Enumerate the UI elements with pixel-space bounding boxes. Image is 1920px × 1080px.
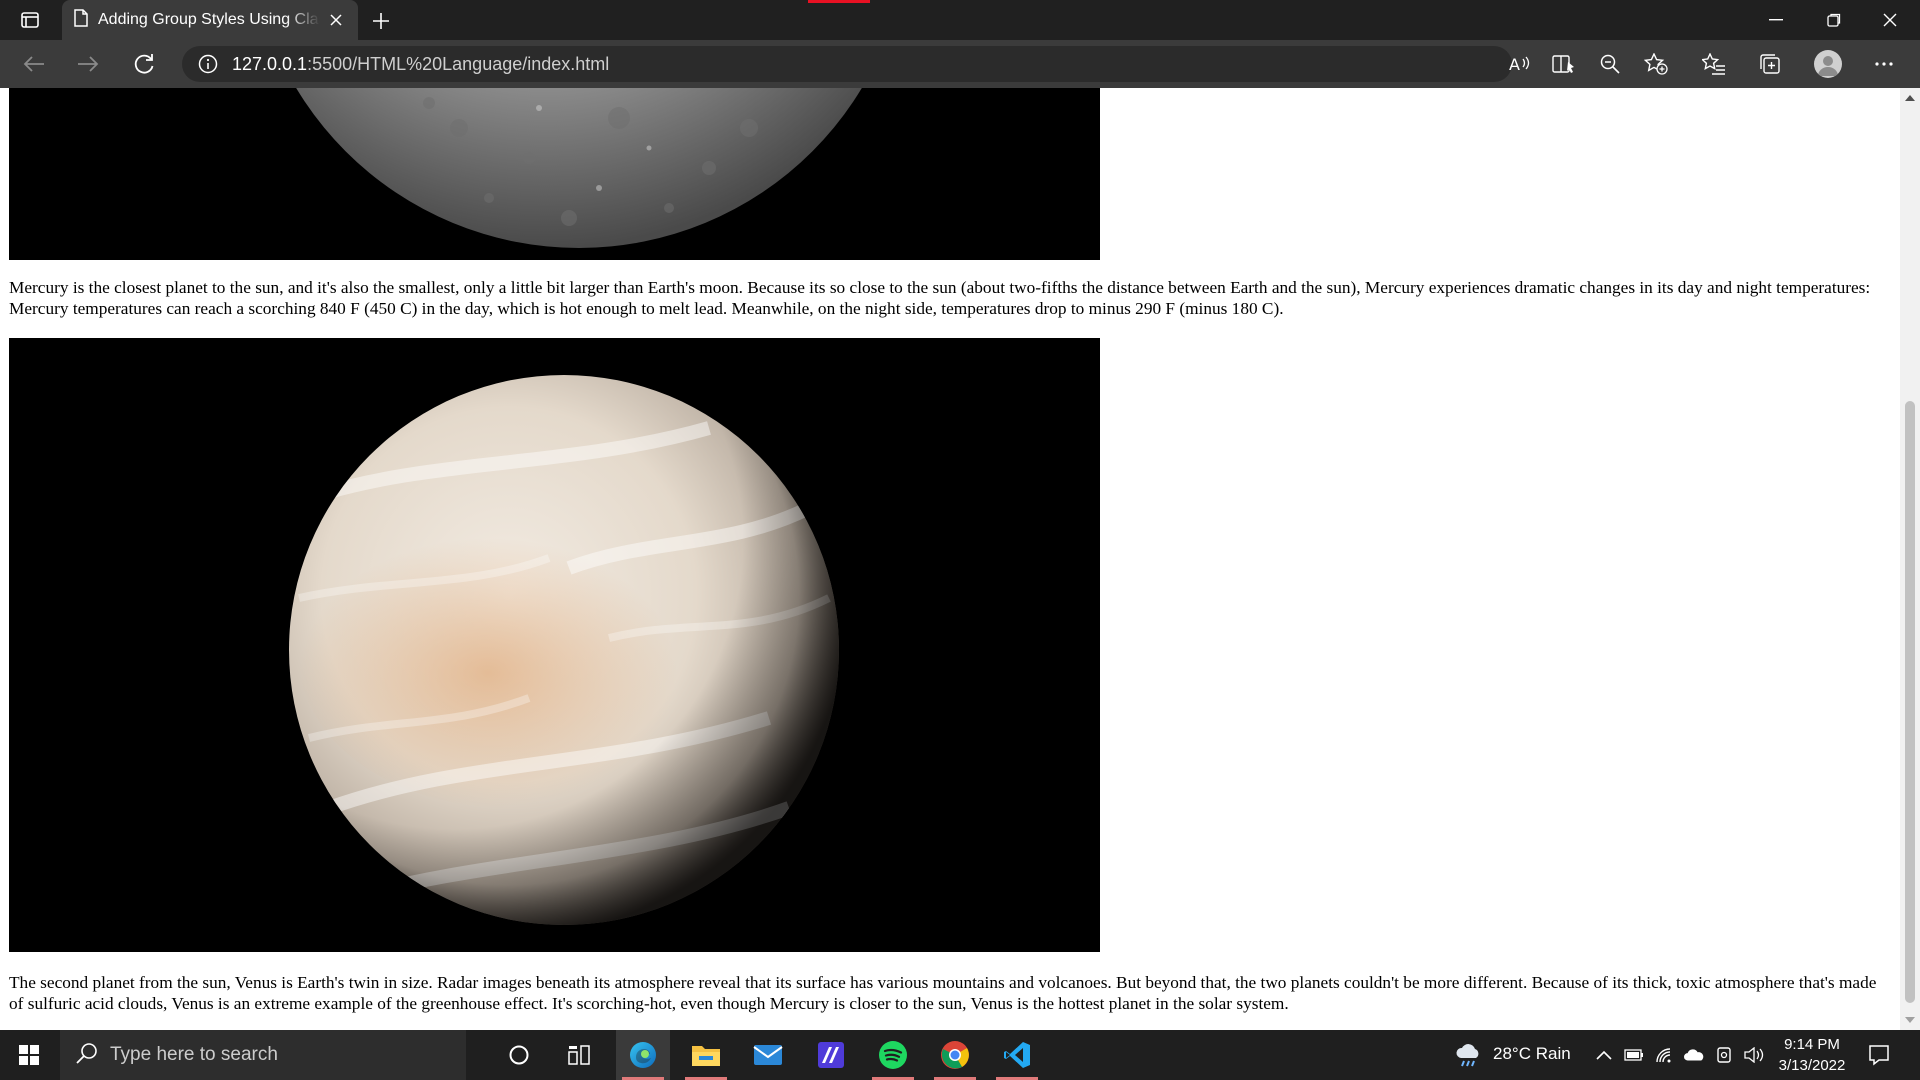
read-aloud-icon[interactable]: A [1504,48,1536,80]
site-info-icon[interactable] [190,54,226,74]
url-host: 127.0.0.1 [232,53,308,74]
forward-arrow-icon[interactable] [72,48,104,80]
battery-icon[interactable] [1624,1045,1644,1065]
tab-title: Adding Group Styles Using Class [98,11,320,28]
notification-center-icon[interactable] [1866,1042,1892,1068]
page-scrollbar[interactable] [1900,88,1920,1030]
chrome-icon[interactable] [928,1030,982,1080]
clock-date: 3/13/2022 [1778,1057,1846,1074]
immersive-reader-icon[interactable] [1548,48,1580,80]
zoom-out-icon[interactable] [1594,48,1626,80]
new-tab-icon[interactable] [368,8,394,34]
window-accent-strip [808,0,870,3]
page-viewport: Mercury is the closest planet to the sun… [0,88,1900,1030]
browser-toolbar: 127.0.0.1:5500/HTML%20Language/index.htm… [0,40,1920,88]
venus-description: The second planet from the sun, Venus is… [9,973,1877,1013]
onedrive-icon[interactable] [1684,1045,1704,1065]
windows-start-icon[interactable] [0,1030,58,1080]
tab-close-icon[interactable] [326,10,346,30]
refresh-icon[interactable] [128,48,160,80]
mercury-description: Mercury is the closest planet to the sun… [9,278,1871,318]
scroll-down-icon[interactable] [1904,1014,1916,1026]
edge-browser-icon[interactable] [616,1030,670,1080]
favorites-icon[interactable] [1698,48,1730,80]
task-view-icon[interactable] [552,1030,606,1080]
browser-title-bar: Adding Group Styles Using Class [0,0,1920,40]
address-bar[interactable]: 127.0.0.1:5500/HTML%20Language/index.htm… [182,46,1512,82]
search-icon [76,1042,98,1069]
taskbar-clock[interactable]: 9:14 PM 3/13/2022 [1764,1034,1860,1076]
close-window-icon[interactable] [1862,0,1918,40]
collections-icon[interactable] [1754,48,1786,80]
mercury-image [9,88,1100,260]
cortana-icon[interactable] [492,1030,546,1080]
windows-taskbar: Type here to search 28°C Rain 9:14 PM 3/… [0,1030,1920,1080]
active-tab[interactable]: Adding Group Styles Using Class [62,0,358,40]
chevron-up-icon[interactable] [1594,1045,1614,1065]
mail-icon[interactable] [741,1030,795,1080]
volume-icon[interactable] [1744,1045,1764,1065]
venus-image [9,338,1100,952]
wifi-icon[interactable] [1654,1045,1674,1065]
tab-actions-icon[interactable] [14,8,46,32]
weather-text[interactable]: 28°C Rain [1493,1044,1571,1064]
scroll-up-icon[interactable] [1904,92,1916,104]
back-arrow-icon[interactable] [18,48,50,80]
restore-icon[interactable] [1806,0,1862,40]
weather-rain-icon[interactable] [1454,1042,1484,1068]
visual-assist-icon[interactable] [804,1030,858,1080]
svg-text:A: A [1509,55,1520,74]
page-icon [74,8,88,32]
url-path: :5500/HTML%20Language/index.html [307,53,610,74]
more-options-icon[interactable] [1868,48,1900,80]
spotify-icon[interactable] [866,1030,920,1080]
file-explorer-icon[interactable] [679,1030,733,1080]
vscode-icon[interactable] [990,1030,1044,1080]
add-favorite-icon[interactable] [1640,48,1672,80]
taskbar-search-box[interactable]: Type here to search [60,1030,466,1080]
url-text: 127.0.0.1:5500/HTML%20Language/index.htm… [232,54,609,75]
device-icon[interactable] [1714,1045,1734,1065]
search-placeholder: Type here to search [110,1044,278,1065]
profile-avatar-icon[interactable] [1814,50,1842,78]
clock-time: 9:14 PM [1784,1036,1840,1053]
scroll-thumb[interactable] [1905,401,1915,1003]
minimize-icon[interactable] [1748,0,1804,40]
